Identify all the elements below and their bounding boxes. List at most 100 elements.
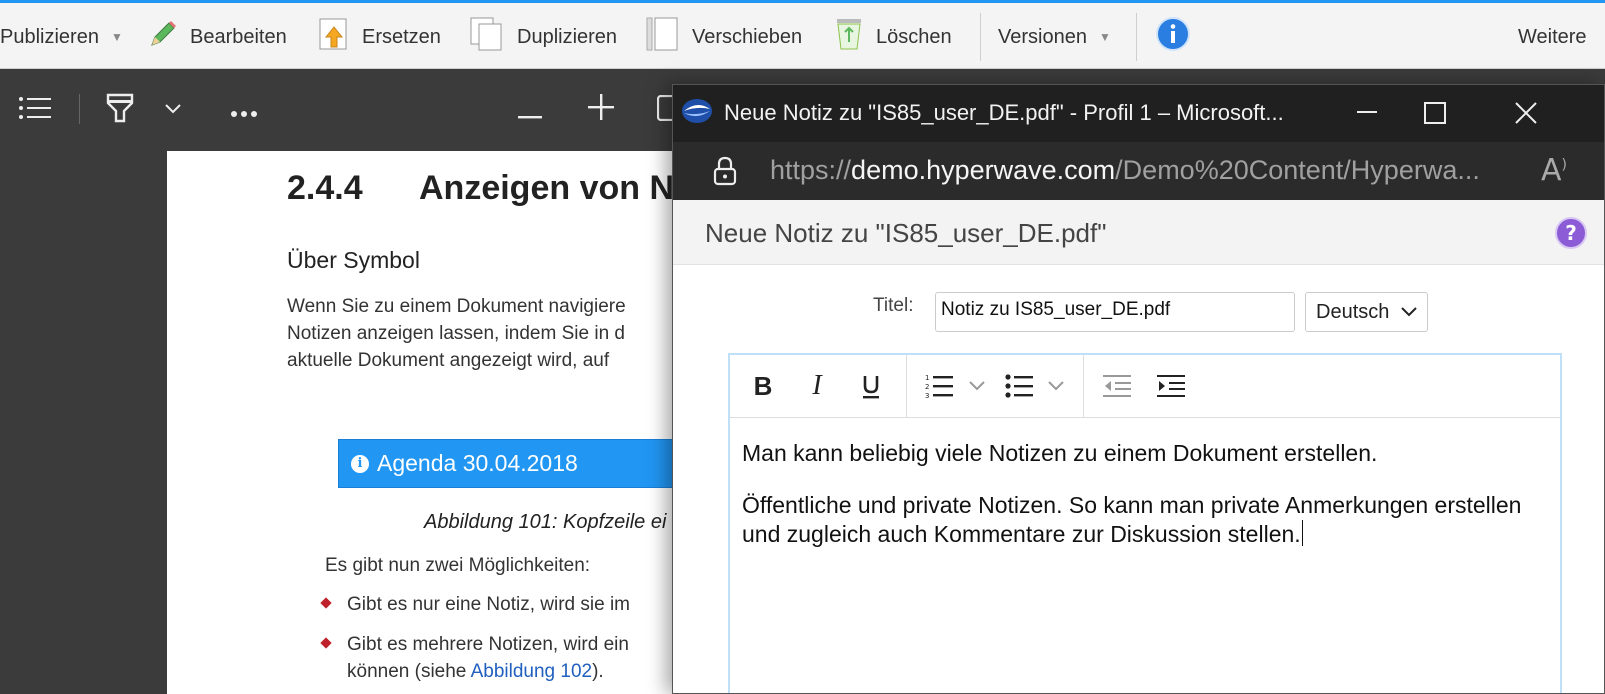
editor-divider	[906, 355, 907, 417]
move-label: Verschieben	[692, 25, 803, 48]
editor-toolbar: B I 123	[730, 355, 1560, 418]
address-bar[interactable]: https://demo.hyperwave.com/Demo%20Conten…	[673, 142, 1604, 200]
recycle-bin-icon	[834, 17, 864, 57]
duplicate-button[interactable]: Duplizieren	[469, 6, 617, 68]
editor-content[interactable]: Man kann beliebig viele Notizen zu einem…	[742, 439, 1542, 572]
window-titlebar: Neue Notiz zu "IS85_user_DE.pdf" - Profi…	[673, 85, 1604, 142]
info-icon: i	[351, 454, 369, 473]
info-icon	[1155, 16, 1191, 58]
bold-icon: B	[753, 370, 773, 401]
language-select[interactable]: Deutsch	[1305, 292, 1428, 332]
editor-divider	[1083, 355, 1084, 417]
numbered-list-dropdown[interactable]	[966, 369, 988, 403]
bullet-icon	[320, 637, 332, 649]
language-value: Deutsch	[1316, 300, 1390, 323]
section-heading: 2.4.4 Anzeigen von N	[287, 169, 674, 208]
url-text: https://demo.hyperwave.com/Demo%20Conten…	[770, 155, 1480, 186]
indent-button[interactable]	[1154, 369, 1188, 403]
replace-button[interactable]: Ersetzen	[318, 6, 441, 68]
edit-button[interactable]: Bearbeiten	[148, 6, 287, 68]
move-icon	[646, 16, 680, 58]
edit-label: Bearbeiten	[190, 25, 287, 48]
help-icon[interactable]: ?	[1555, 217, 1587, 249]
delete-label: Löschen	[876, 25, 952, 48]
text-cursor	[1301, 520, 1303, 546]
read-aloud-icon[interactable]: A)	[1541, 153, 1567, 188]
upload-file-icon	[318, 17, 350, 57]
subsection-heading: Über Symbol	[287, 247, 420, 273]
more-label: Weitere	[1518, 25, 1587, 48]
agenda-label: Agenda 30.04.2018	[377, 450, 578, 476]
window-title: Neue Notiz zu "IS85_user_DE.pdf" - Profi…	[724, 100, 1284, 125]
intro-text: Es gibt nun zwei Möglichkeiten:	[325, 555, 591, 576]
section-title: Anzeigen von N	[419, 169, 675, 207]
pdf-page: 2.4.4 Anzeigen von N Über Symbol Wenn Sie…	[167, 151, 687, 694]
svg-text:3: 3	[925, 392, 929, 399]
viewer-divider	[79, 94, 80, 124]
chevron-down-icon[interactable]	[164, 100, 182, 119]
highlighter-icon[interactable]	[104, 91, 136, 129]
numbered-list-button[interactable]: 123	[922, 369, 956, 403]
url-scheme: https://	[770, 155, 852, 185]
info-button[interactable]	[1155, 6, 1191, 68]
list-item: Gibt es nur eine Notiz, wird sie im	[320, 591, 630, 618]
svg-text:2: 2	[925, 383, 929, 391]
move-button[interactable]: Verschieben	[646, 6, 802, 68]
minimize-button[interactable]	[1347, 95, 1387, 131]
paragraph-line: aktuelle Dokument angezeigt wird, auf	[287, 350, 610, 371]
close-icon	[1515, 102, 1537, 124]
minimize-icon	[1357, 111, 1377, 113]
toolbar-divider	[980, 13, 981, 61]
list-item: Gibt es mehrere Notizen, wird ein können…	[320, 631, 629, 685]
thumbnail-pane	[0, 151, 167, 694]
numbered-list-icon: 123	[925, 374, 953, 399]
underline-button[interactable]	[854, 369, 888, 403]
screen: Publizieren ▼ Bearbeiten Ersetzen Dupliz…	[0, 0, 1605, 694]
more-button[interactable]: Weitere	[1518, 6, 1587, 68]
chevron-down-icon	[1401, 307, 1417, 317]
url-path: /Demo%20Content/Hyperwa...	[1115, 155, 1480, 185]
title-input[interactable]: Notiz zu IS85_user_DE.pdf	[935, 292, 1295, 332]
duplicate-label: Duplizieren	[517, 25, 618, 48]
paragraph: Wenn Sie zu einem Dokument navigiere Not…	[287, 293, 626, 374]
list-item-continuation: können (siehe Abbildung 102).	[347, 658, 629, 685]
underline-icon	[863, 376, 879, 399]
indent-icon	[1157, 375, 1185, 397]
versions-button[interactable]: Versionen ▼	[998, 6, 1111, 68]
close-button[interactable]	[1506, 95, 1546, 131]
outdent-button[interactable]	[1100, 369, 1134, 403]
bold-button[interactable]: B	[746, 369, 780, 403]
list-item-text: Gibt es mehrere Notizen, wird ein	[347, 634, 629, 655]
italic-button[interactable]: I	[800, 369, 834, 403]
list-icon[interactable]	[18, 96, 52, 124]
bullet-list-button[interactable]	[1002, 369, 1036, 403]
outdent-icon	[1103, 375, 1131, 397]
list-item-text: Gibt es nur eine Notiz, wird sie im	[347, 594, 630, 615]
chevron-down-icon	[1048, 381, 1064, 391]
section-number: 2.4.4	[287, 169, 363, 207]
chevron-down-icon: ▼	[1098, 30, 1111, 44]
replace-label: Ersetzen	[362, 25, 441, 48]
publish-button[interactable]: Publizieren ▼	[0, 6, 123, 68]
continuation-suffix: ).	[592, 661, 604, 682]
lock-icon	[712, 156, 738, 190]
title-label: Titel:	[873, 295, 914, 316]
note-header: Neue Notiz zu "IS85_user_DE.pdf" ?	[673, 200, 1604, 265]
figure-link[interactable]: Abbildung 102	[471, 661, 593, 682]
more-icon[interactable]	[230, 103, 258, 122]
paragraph-line: Wenn Sie zu einem Dokument navigiere	[287, 296, 626, 317]
maximize-button[interactable]	[1415, 95, 1455, 131]
zoom-in-icon[interactable]	[588, 94, 614, 124]
chevron-down-icon: ▼	[110, 30, 123, 44]
versions-label: Versionen	[998, 25, 1087, 48]
bullet-icon	[320, 597, 332, 609]
editor-paragraph: Öffentliche und private Notizen. So kann…	[742, 491, 1542, 549]
bullet-list-dropdown[interactable]	[1045, 369, 1067, 403]
note-popup-window: Neue Notiz zu "IS85_user_DE.pdf" - Profi…	[672, 84, 1605, 694]
chevron-down-icon	[969, 381, 985, 391]
zoom-out-icon[interactable]	[518, 105, 542, 124]
rich-text-editor[interactable]: B I 123 Man kann beliebig viele Notizen …	[728, 353, 1562, 693]
bullet-list-icon	[1005, 374, 1033, 398]
app-toolbar: Publizieren ▼ Bearbeiten Ersetzen Dupliz…	[0, 0, 1605, 69]
delete-button[interactable]: Löschen	[834, 6, 952, 68]
